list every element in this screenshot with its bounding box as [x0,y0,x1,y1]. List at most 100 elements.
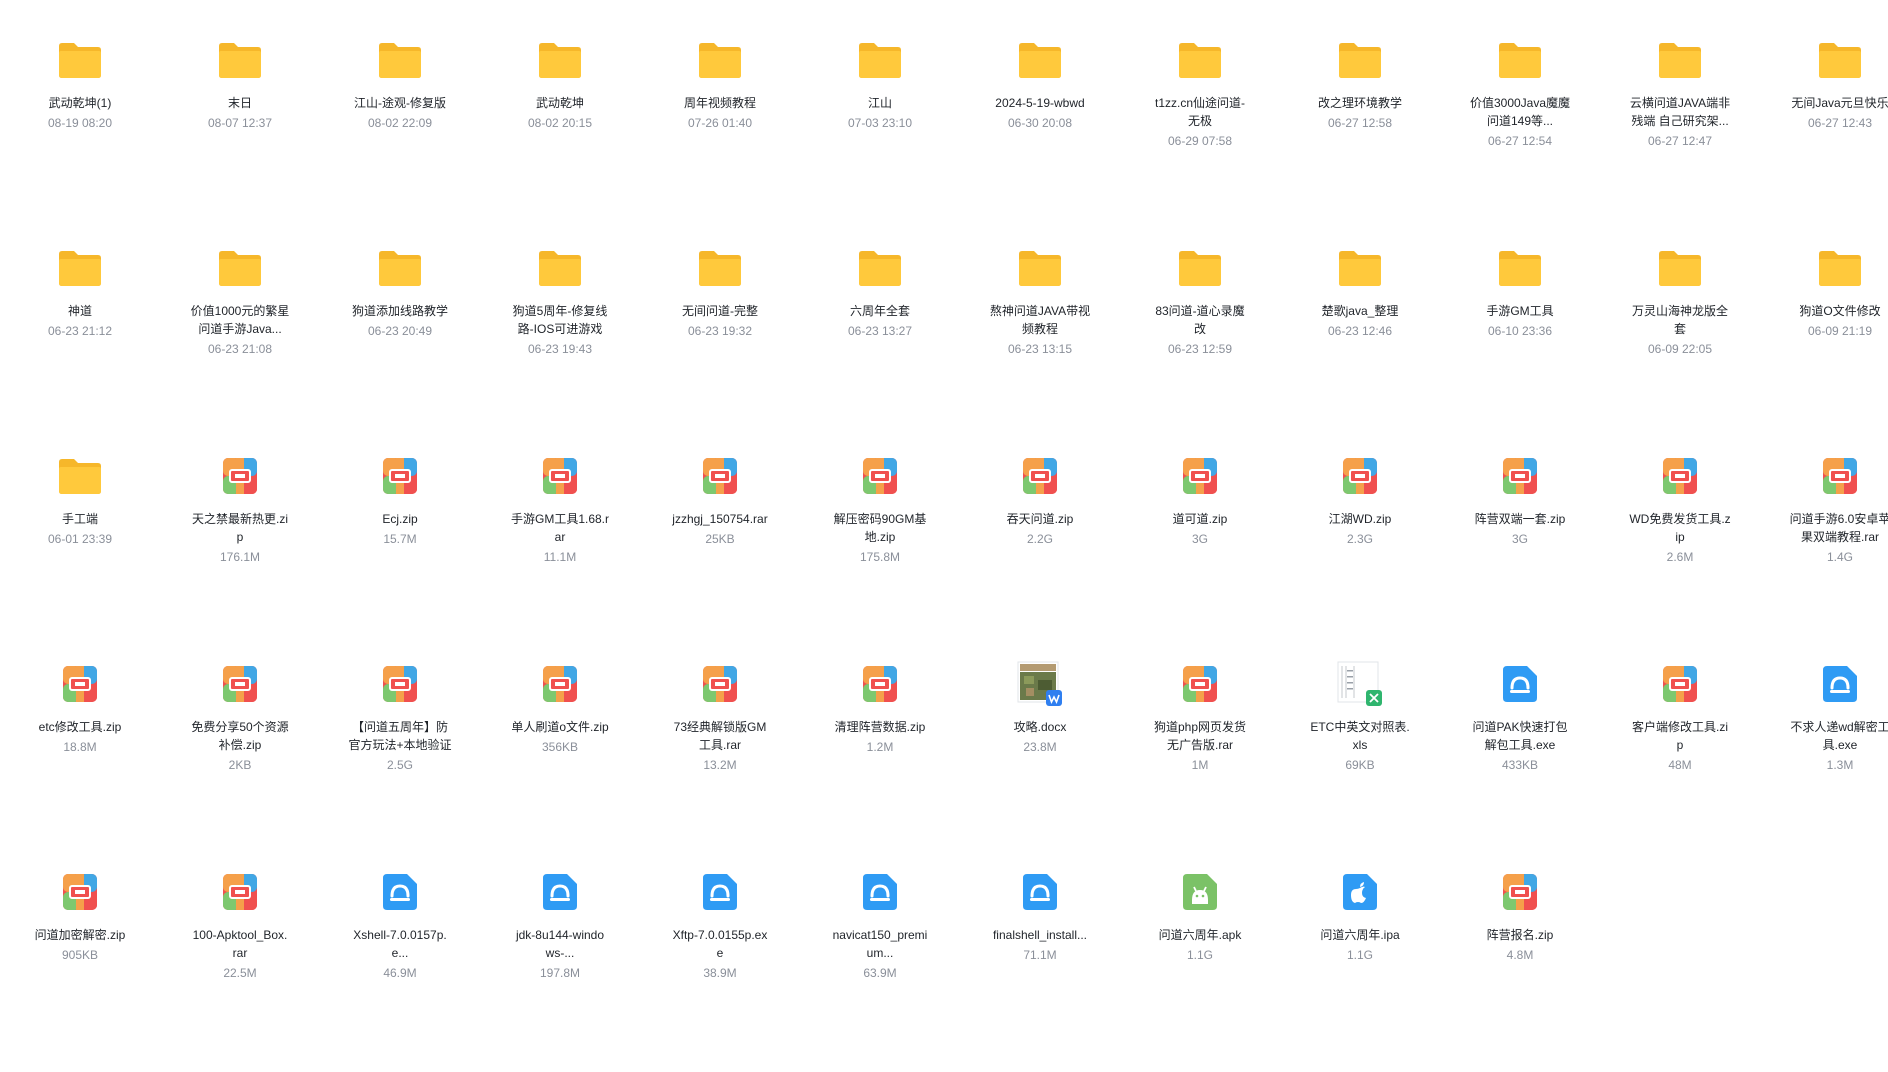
file-item-exe[interactable]: 不求人递wd解密工 具.exe 1.3M [1760,656,1888,864]
file-name: 客户端修改工具.zi p [1631,720,1728,752]
file-item-docx[interactable]: 攻略.docx 23.8M [960,656,1120,864]
file-item-archive[interactable]: 问道加密解密.zip 905KB [0,864,160,1072]
file-modified-date: 06-27 12:47 [1647,134,1713,148]
file-item-folder[interactable]: 武动乾坤(1) 08-19 08:20 [0,32,160,240]
file-item-folder[interactable]: 云横问道JAVA端非 残端 自己研究架... 06-27 12:47 [1600,32,1760,240]
folder-icon [59,459,101,494]
file-size: 905KB [61,948,99,962]
file-size: 1M [1191,758,1209,772]
file-modified-date: 06-01 23:39 [47,532,113,546]
folder-icon [59,251,101,286]
file-size: 1.1G [1186,948,1213,962]
file-item-folder[interactable]: t1zz.cn仙途问道- 无极 06-29 07:58 [1120,32,1280,240]
file-item-folder[interactable]: 周年视频教程 07-26 01:40 [640,32,800,240]
file-item-archive[interactable]: 【问道五周年】防 官方玩法+本地验证 2.5G [320,656,480,864]
file-item-archive[interactable]: 100-Apktool_Box. rar 22.5M [160,864,320,1072]
file-modified-date: 06-23 13:15 [1007,342,1073,356]
file-item-folder[interactable]: 熬神问道JAVA带视 频教程 06-23 13:15 [960,240,1120,448]
file-name: 六周年全套 [849,304,910,318]
exe-installer-icon [863,874,897,910]
file-item-folder[interactable]: 狗道添加线路教学 06-23 20:49 [320,240,480,448]
file-size: 2.3G [1346,532,1373,546]
file-item-folder[interactable]: 改之理环境教学 06-27 12:58 [1280,32,1440,240]
file-icon-container [370,240,430,296]
file-item-folder[interactable]: 神道 06-23 21:12 [0,240,160,448]
file-icon-container [1170,656,1230,712]
file-item-xls[interactable]: ETC中英文对照表. xls 69KB [1280,656,1440,864]
file-icon-container [1170,864,1230,920]
file-item-folder[interactable]: 万灵山海神龙版全 套 06-09 22:05 [1600,240,1760,448]
file-item-folder[interactable]: 狗道5周年-修复线 路-IOS可进游戏 06-23 19:43 [480,240,640,448]
file-icon-container [530,656,590,712]
file-item-archive[interactable]: 免费分享50个资源 补偿.zip 2KB [160,656,320,864]
file-item-exe[interactable]: finalshell_install... 71.1M [960,864,1120,1072]
file-item-folder[interactable]: 无间Java元旦快乐 06-27 12:43 [1760,32,1888,240]
file-size: 23.8M [1023,740,1057,754]
file-icon-container [690,32,750,88]
file-item-folder[interactable]: 末日 08-07 12:37 [160,32,320,240]
file-item-exe[interactable]: Xftp-7.0.0155p.ex e 38.9M [640,864,800,1072]
file-item-folder[interactable]: 六周年全套 06-23 13:27 [800,240,960,448]
file-item-folder[interactable]: 无间问道-完整 06-23 19:32 [640,240,800,448]
file-item-archive[interactable]: 狗道php网页发货 无广告版.rar 1M [1120,656,1280,864]
file-icon-container [690,656,750,712]
archive-icon [1503,874,1537,910]
file-icon-container [1170,32,1230,88]
file-item-archive[interactable]: 客户端修改工具.zi p 48M [1600,656,1760,864]
file-item-archive[interactable]: 手游GM工具1.68.r ar 11.1M [480,448,640,656]
file-item-archive[interactable]: 单人刷道o文件.zip 356KB [480,656,640,864]
file-item-archive[interactable]: 73经典解锁版GM 工具.rar 13.2M [640,656,800,864]
file-item-folder[interactable]: 狗道O文件修改 06-09 21:19 [1760,240,1888,448]
file-item-archive[interactable]: etc修改工具.zip 18.8M [0,656,160,864]
file-item-folder[interactable]: 价值3000Java魔魔 问道149等... 06-27 12:54 [1440,32,1600,240]
file-name: t1zz.cn仙途问道- 无极 [1154,96,1245,128]
file-modified-date: 06-09 22:05 [1647,342,1713,356]
file-name: Ecj.zip [382,512,418,526]
file-item-exe[interactable]: navicat150_premi um... 63.9M [800,864,960,1072]
file-modified-date: 06-23 12:59 [1167,342,1233,356]
file-icon-container [850,656,910,712]
exe-installer-icon [543,874,577,910]
file-icon-container [690,448,750,504]
file-name: 73经典解锁版GM 工具.rar [673,720,767,752]
file-item-archive[interactable]: 问道手游6.0安卓苹 果双端教程.rar 1.4G [1760,448,1888,656]
file-item-archive[interactable]: 吞天问道.zip 2.2G [960,448,1120,656]
file-item-folder[interactable]: 手游GM工具 06-10 23:36 [1440,240,1600,448]
file-item-ipa[interactable]: 问道六周年.ipa 1.1G [1280,864,1440,1072]
file-item-archive[interactable]: 江湖WD.zip 2.3G [1280,448,1440,656]
file-item-folder[interactable]: 江山-途观-修复版 08-02 22:09 [320,32,480,240]
file-item-exe[interactable]: jdk-8u144-windo ws-... 197.8M [480,864,640,1072]
file-item-folder[interactable]: 2024-5-19-wbwd 06-30 20:08 [960,32,1120,240]
file-item-exe[interactable]: 问道PAK快速打包 解包工具.exe 433KB [1440,656,1600,864]
file-item-folder[interactable]: 武动乾坤 08-02 20:15 [480,32,640,240]
file-item-folder[interactable]: 江山 07-03 23:10 [800,32,960,240]
folder-icon [1179,251,1221,286]
file-item-archive[interactable]: 阵营双端一套.zip 3G [1440,448,1600,656]
file-item-archive[interactable]: 道可道.zip 3G [1120,448,1280,656]
file-item-folder[interactable]: 楚歌java_整理 06-23 12:46 [1280,240,1440,448]
file-item-folder[interactable]: 手工端 06-01 23:39 [0,448,160,656]
file-item-archive[interactable]: 天之禁最新热更.zi p 176.1M [160,448,320,656]
file-icon-container [1330,448,1390,504]
file-icon-container [1330,32,1390,88]
file-item-archive[interactable]: WD免费发货工具.z ip 2.6M [1600,448,1760,656]
archive-icon [1183,458,1217,494]
file-item-archive[interactable]: 清理阵营数据.zip 1.2M [800,656,960,864]
file-item-archive[interactable]: 解压密码90GM基 地.zip 175.8M [800,448,960,656]
file-icon-container [210,864,270,920]
archive-icon [383,458,417,494]
folder-icon [1019,43,1061,78]
file-name: 单人刷道o文件.zip [511,720,609,734]
file-modified-date: 08-02 22:09 [367,116,433,130]
file-name: 手游GM工具1.68.r ar [510,512,610,544]
file-item-exe[interactable]: Xshell-7.0.0157p. e... 46.9M [320,864,480,1072]
file-item-folder[interactable]: 83问道-道心录魔 改 06-23 12:59 [1120,240,1280,448]
file-item-folder[interactable]: 价值1000元的繁星 问道手游Java... 06-23 21:08 [160,240,320,448]
folder-icon [1819,251,1861,286]
file-item-archive[interactable]: Ecj.zip 15.7M [320,448,480,656]
file-size: 71.1M [1023,948,1057,962]
file-icon-container [370,448,430,504]
file-item-apk[interactable]: 问道六周年.apk 1.1G [1120,864,1280,1072]
file-item-archive[interactable]: jzzhgj_150754.rar 25KB [640,448,800,656]
file-item-archive[interactable]: 阵营报名.zip 4.8M [1440,864,1600,1072]
